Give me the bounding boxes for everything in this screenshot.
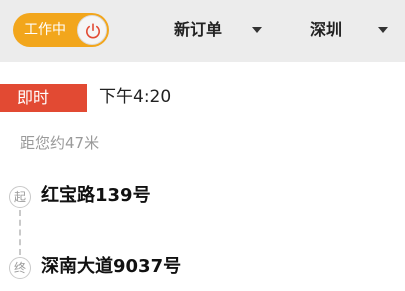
end-address: 深南大道9037号 xyxy=(41,256,182,277)
toggle-knob[interactable] xyxy=(77,15,107,45)
order-type-label: 新订单 xyxy=(174,20,223,39)
order-type-badge: 即时 xyxy=(0,84,87,112)
city-label: 深圳 xyxy=(310,20,343,39)
city-dropdown[interactable]: 深圳 xyxy=(310,18,395,42)
start-address: 红宝路139号 xyxy=(41,185,151,206)
distance-text: 距您约47米 xyxy=(20,134,100,152)
route-dashed-line xyxy=(19,210,21,255)
power-icon xyxy=(86,23,100,39)
order-time: 下午4:20 xyxy=(99,87,172,107)
end-marker-label: 终 xyxy=(13,261,26,275)
start-marker-label: 起 xyxy=(13,190,26,204)
order-type-badge-label: 即时 xyxy=(17,88,50,107)
order-type-dropdown[interactable]: 新订单 xyxy=(174,18,269,42)
end-marker-icon: 终 xyxy=(9,257,31,279)
work-status-label: 工作中 xyxy=(24,22,66,38)
chevron-down-icon xyxy=(378,27,388,33)
top-bar: 工作中 新订单 深圳 xyxy=(0,0,405,62)
start-marker-icon: 起 xyxy=(9,186,31,208)
work-status-toggle[interactable]: 工作中 xyxy=(13,13,109,47)
chevron-down-icon xyxy=(252,27,262,33)
order-card[interactable]: 即时 下午4:20 距您约47米 起 红宝路139号 终 深南大道9037号 xyxy=(0,62,405,291)
